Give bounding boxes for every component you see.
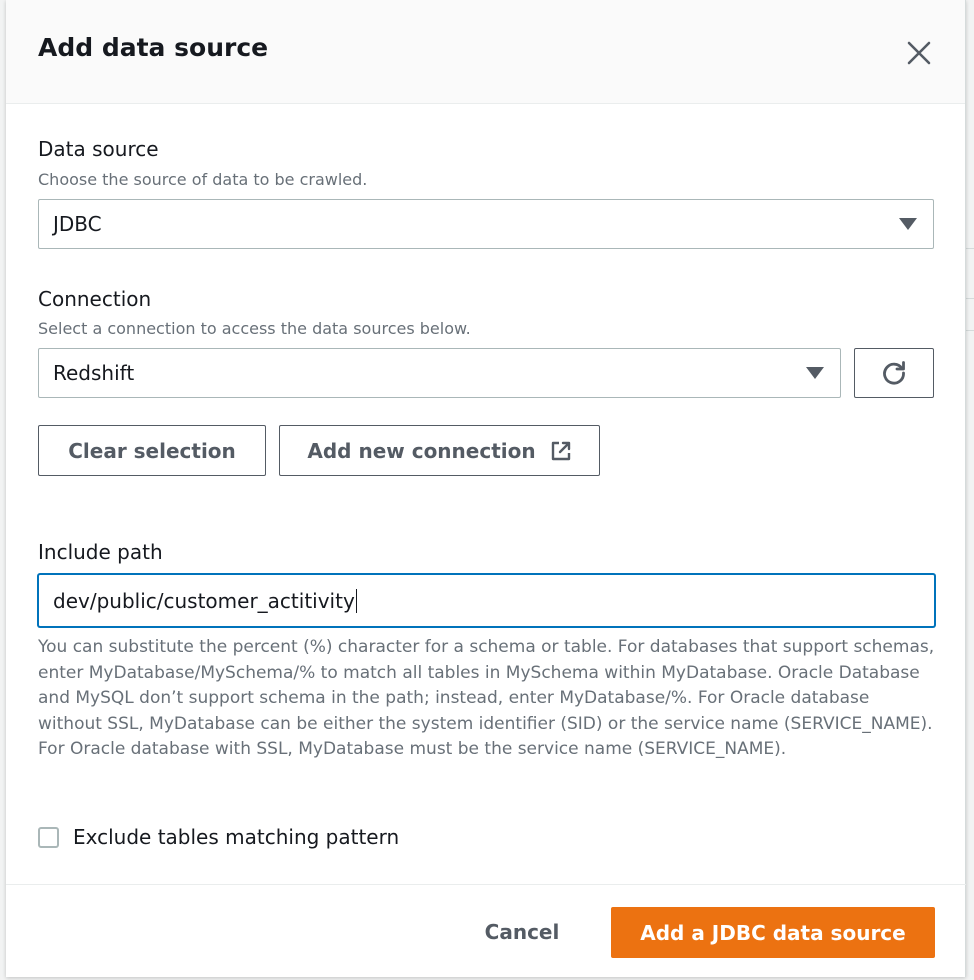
include-path-label: Include path <box>38 540 163 564</box>
include-path-input[interactable]: dev/public/customer_actitivity <box>38 574 935 627</box>
background-divider <box>966 248 974 249</box>
data-source-description: Choose the source of data to be crawled. <box>38 170 368 189</box>
close-button[interactable] <box>903 37 935 69</box>
modal-footer: Cancel Add a JDBC data source <box>6 884 966 977</box>
include-path-value: dev/public/customer_actitivity <box>53 588 355 613</box>
add-jdbc-data-source-button[interactable]: Add a JDBC data source <box>611 907 935 958</box>
exclude-tables-checkbox[interactable] <box>38 826 59 848</box>
caret-down-icon <box>806 367 824 379</box>
data-source-selected-value: JDBC <box>53 212 102 236</box>
clear-selection-label: Clear selection <box>68 438 236 463</box>
connection-selected-value: Redshift <box>53 361 135 385</box>
text-cursor <box>355 588 357 613</box>
add-new-connection-label: Add new connection <box>307 438 536 463</box>
close-icon <box>907 41 931 65</box>
connection-label: Connection <box>38 287 152 311</box>
data-source-label: Data source <box>38 137 159 161</box>
connection-select[interactable]: Redshift <box>38 348 841 398</box>
add-data-source-modal: Add data source Data source Choose the s… <box>6 0 966 977</box>
include-path-help-text: You can substitute the percent (%) chara… <box>38 637 935 759</box>
external-link-icon <box>551 441 570 460</box>
background-divider <box>966 330 974 331</box>
cancel-button[interactable]: Cancel <box>476 907 568 957</box>
clear-selection-button[interactable]: Clear selection <box>38 425 266 476</box>
connection-description: Select a connection to access the data s… <box>38 319 471 338</box>
modal-title: Add data source <box>38 33 269 62</box>
refresh-connections-button[interactable] <box>854 348 934 398</box>
exclude-tables-label: Exclude tables matching pattern <box>73 825 400 849</box>
data-source-select[interactable]: JDBC <box>38 199 934 249</box>
refresh-icon <box>883 361 905 385</box>
background-divider <box>966 298 974 299</box>
exclude-tables-option[interactable]: Exclude tables matching pattern <box>38 822 399 852</box>
caret-down-icon <box>899 218 917 230</box>
add-new-connection-button[interactable]: Add new connection <box>279 425 600 476</box>
modal-header: Add data source <box>6 0 965 104</box>
